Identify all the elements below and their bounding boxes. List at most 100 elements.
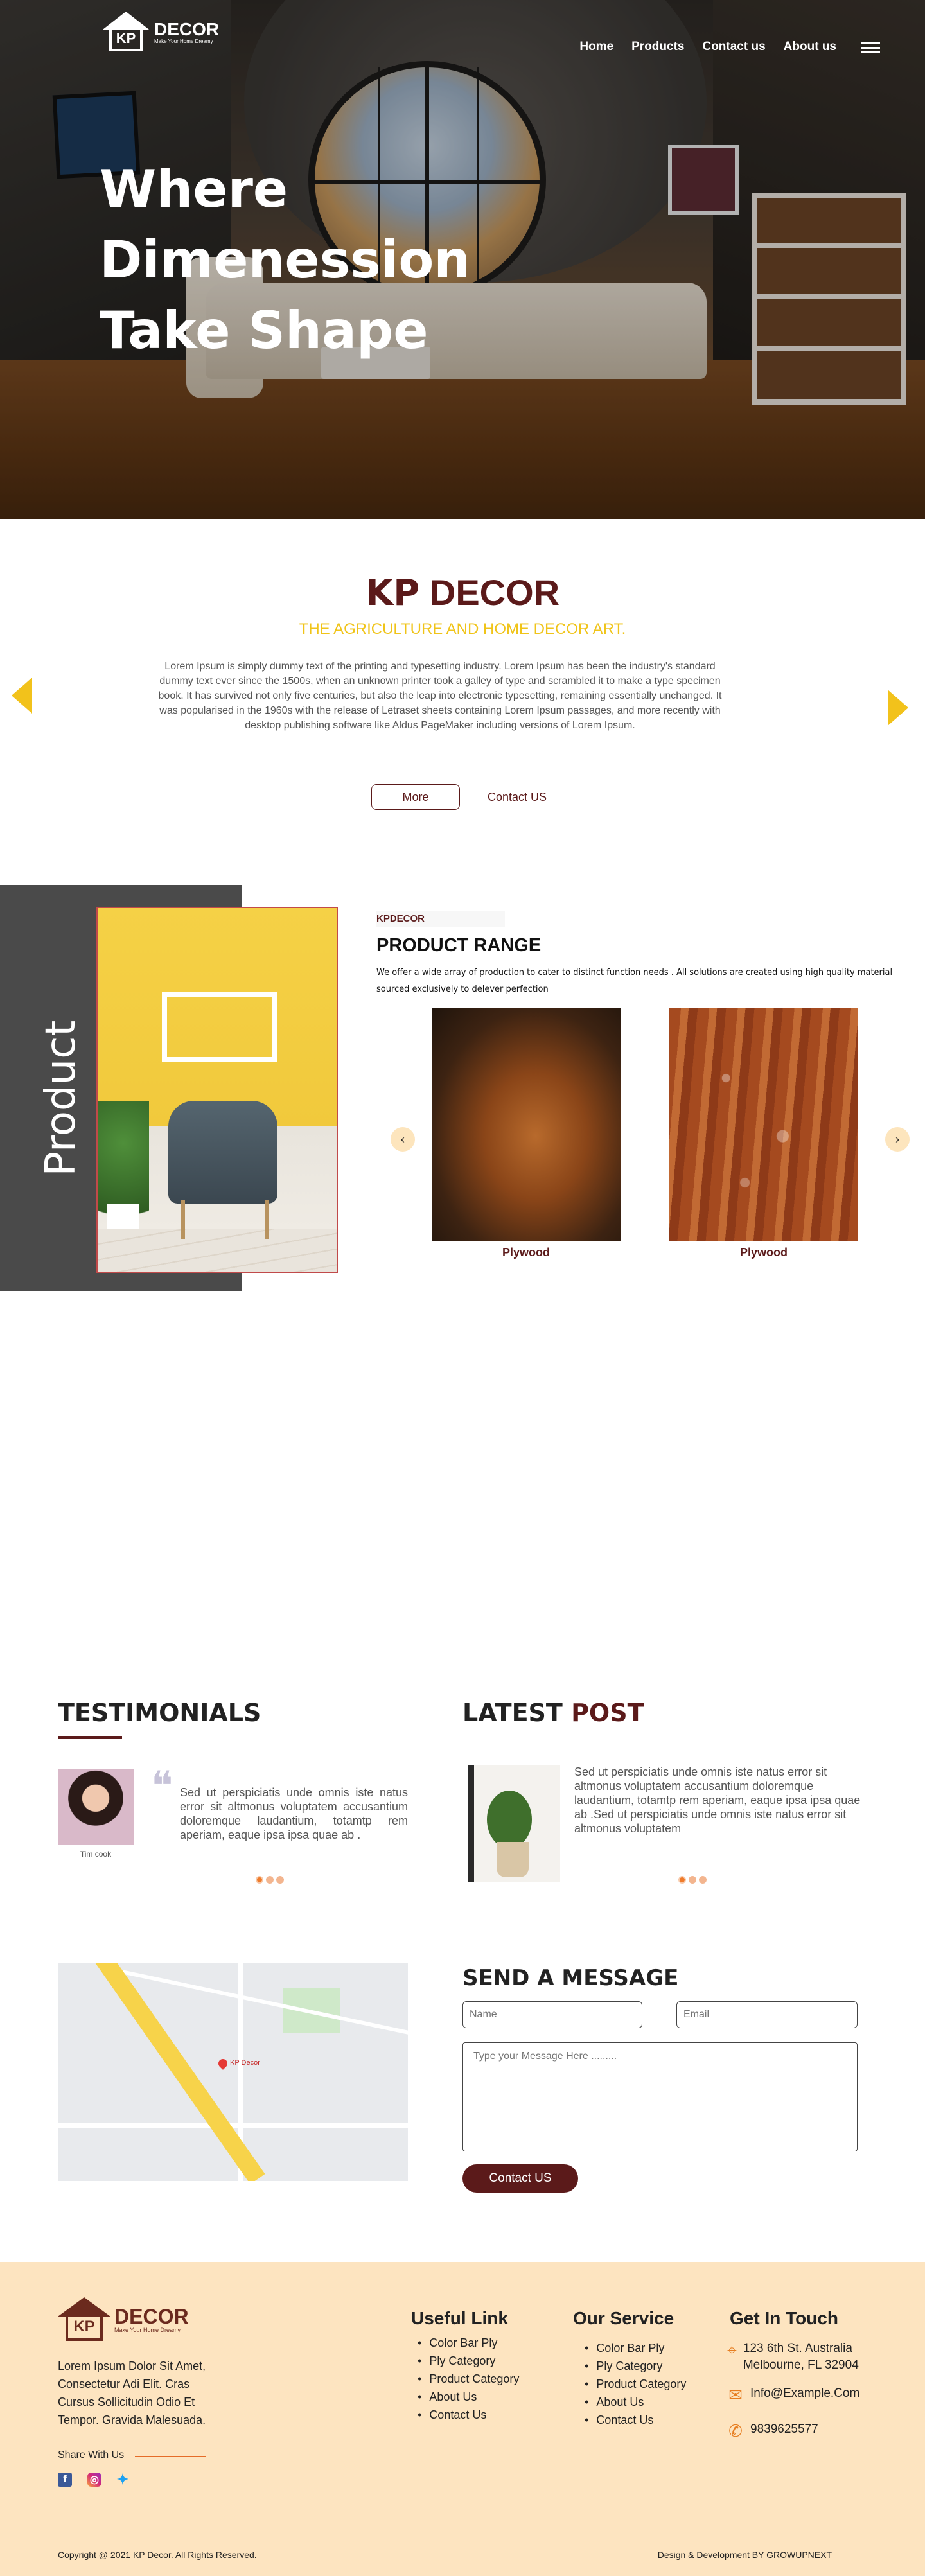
email-row[interactable]: ✉ Info@Example.Com bbox=[726, 2385, 859, 2405]
nav-contact-us[interactable]: Contact us bbox=[702, 40, 765, 54]
dot[interactable] bbox=[689, 1876, 696, 1884]
mail-icon: ✉ bbox=[728, 2385, 743, 2405]
site-logo[interactable]: KP DECOR Make Your Home Dreamy bbox=[103, 12, 219, 53]
footer-about: Lorem Ipsum Dolor Sit Amet, Consectetur … bbox=[58, 2360, 206, 2426]
useful-links-list: Color Bar Ply Ply Category Product Categ… bbox=[418, 2334, 519, 2424]
product-card-label: Plywood bbox=[739, 1246, 788, 1259]
footer-logo-text: DECOR bbox=[114, 2305, 189, 2328]
send-message-title: SEND A MESSAGE bbox=[463, 1965, 679, 1991]
phone-text[interactable]: 9839625577 bbox=[750, 2421, 818, 2438]
testimonials-title: TESTIMONIALS bbox=[58, 1699, 261, 1727]
latest-post-text: Sed ut perspiciatis unde omnis iste natu… bbox=[574, 1766, 861, 1835]
service-link[interactable]: Color Bar Ply bbox=[585, 2339, 686, 2357]
copyright: Copyright @ 2021 KP Decor. All Rights Re… bbox=[58, 2550, 257, 2560]
facebook-icon[interactable]: f bbox=[58, 2473, 72, 2487]
contact-us-button[interactable]: Contact US bbox=[475, 784, 559, 810]
address-text: 123 6th St. Australia Melbourne, FL 3290… bbox=[743, 2342, 859, 2372]
logo-tagline: Make Your Home Dreamy bbox=[154, 38, 213, 44]
brand-heading-kp: KP bbox=[365, 572, 420, 614]
product-card[interactable]: Plywood bbox=[669, 1008, 858, 1259]
navbar: KP DECOR Make Your Home Dreamy Home Prod… bbox=[0, 0, 925, 71]
map-pin-label: KP Decor bbox=[230, 2059, 260, 2067]
logo-house-icon: KP bbox=[103, 12, 149, 53]
product-card[interactable]: Plywood bbox=[432, 1008, 621, 1259]
product-card-image bbox=[669, 1008, 858, 1241]
testimonial-name: Tim cook bbox=[80, 1850, 112, 1859]
arrow-left-icon[interactable] bbox=[12, 678, 32, 714]
useful-link[interactable]: Contact Us bbox=[418, 2406, 519, 2424]
post-dots bbox=[678, 1876, 707, 1884]
nav-products[interactable]: Products bbox=[631, 40, 684, 54]
service-link[interactable]: Contact Us bbox=[585, 2411, 686, 2429]
useful-link[interactable]: Product Category bbox=[418, 2370, 519, 2388]
menu-icon[interactable] bbox=[861, 42, 880, 53]
latest-post-title-a: LATEST bbox=[463, 1699, 563, 1727]
footer-logo-house-icon: KP bbox=[58, 2297, 110, 2342]
address-row: ⌖ 123 6th St. Australia Melbourne, FL 32… bbox=[726, 2340, 886, 2374]
hero-title: Where Dimenession Take Shape bbox=[100, 159, 471, 360]
service-link[interactable]: Product Category bbox=[585, 2375, 686, 2393]
product-range-description: We offer a wide array of production to c… bbox=[376, 968, 893, 994]
nav-about-us[interactable]: About us bbox=[784, 40, 836, 54]
design-credit: Design & Development BY GROWUPNEXT bbox=[657, 2550, 832, 2560]
quote-icon: ❝ bbox=[151, 1763, 173, 1810]
name-field[interactable] bbox=[463, 2001, 642, 2028]
submit-contact-button[interactable]: Contact US bbox=[463, 2164, 578, 2193]
useful-link[interactable]: Color Bar Ply bbox=[418, 2334, 519, 2352]
dot[interactable] bbox=[266, 1876, 274, 1884]
message-field[interactable] bbox=[463, 2042, 858, 2151]
carousel-next-button[interactable]: › bbox=[885, 1127, 910, 1152]
about-paragraph: Lorem Ipsum is simply dummy text of the … bbox=[158, 661, 722, 731]
testimonial-text: Sed ut perspiciatis unde omnis iste natu… bbox=[180, 1786, 408, 1841]
dot-active[interactable] bbox=[678, 1876, 686, 1884]
location-icon: ⌖ bbox=[727, 2340, 737, 2360]
footer-logo[interactable]: KP DECOR Make Your Home Dreamy bbox=[58, 2297, 189, 2342]
testimonial-dots bbox=[256, 1876, 284, 1884]
location-map[interactable]: KP Decor bbox=[58, 1963, 408, 2181]
useful-link[interactable]: About Us bbox=[418, 2388, 519, 2406]
more-button[interactable]: More bbox=[371, 784, 460, 810]
about-section: KP DECOR THE AGRICULTURE AND HOME DECOR … bbox=[0, 519, 925, 879]
get-in-touch-title: Get In Touch bbox=[730, 2308, 839, 2328]
brand-subtitle: THE AGRICULTURE AND HOME DECOR ART. bbox=[299, 620, 626, 638]
latest-post-title: LATEST POST bbox=[463, 1699, 644, 1727]
latest-post-image[interactable] bbox=[468, 1765, 560, 1882]
twitter-icon[interactable]: ✦ bbox=[116, 2471, 130, 2487]
phone-icon: ✆ bbox=[728, 2421, 743, 2440]
dot[interactable] bbox=[699, 1876, 707, 1884]
product-range-title: PRODUCT RANGE bbox=[376, 935, 542, 956]
instagram-icon[interactable]: ◎ bbox=[87, 2473, 101, 2487]
our-service-list: Color Bar Ply Ply Category Product Categ… bbox=[585, 2339, 686, 2429]
hero-section: KP DECOR Make Your Home Dreamy Home Prod… bbox=[0, 0, 925, 519]
footer: KP DECOR Make Your Home Dreamy Lorem Ips… bbox=[0, 2262, 925, 2576]
useful-link[interactable]: Ply Category bbox=[418, 2352, 519, 2370]
nav-home[interactable]: Home bbox=[579, 40, 613, 54]
product-card-label: Plywood bbox=[502, 1246, 550, 1259]
phone-row[interactable]: ✆ 9839625577 bbox=[726, 2421, 818, 2440]
product-kicker: KPDECOR bbox=[376, 911, 505, 927]
product-section: Product KPDECOR PRODUCT RANGE We offer a… bbox=[0, 879, 925, 1291]
map-pin-icon[interactable] bbox=[216, 2057, 229, 2070]
dot[interactable] bbox=[276, 1876, 284, 1884]
our-service-title: Our Service bbox=[573, 2308, 674, 2328]
dot-active[interactable] bbox=[256, 1876, 263, 1884]
latest-post-title-b: POST bbox=[571, 1699, 644, 1727]
product-card-image bbox=[432, 1008, 621, 1241]
email-field[interactable] bbox=[676, 2001, 858, 2028]
share-divider bbox=[135, 2456, 206, 2457]
service-link[interactable]: Ply Category bbox=[585, 2357, 686, 2375]
useful-links-title: Useful Link bbox=[411, 2308, 508, 2328]
carousel-prev-button[interactable]: ‹ bbox=[391, 1127, 415, 1152]
testimonial-avatar bbox=[58, 1769, 134, 1845]
testimonials-underline bbox=[58, 1736, 122, 1739]
product-feature-image bbox=[96, 907, 338, 1273]
product-side-label: Product bbox=[37, 1020, 85, 1177]
logo-text: DECOR bbox=[154, 19, 220, 39]
share-label: Share With Us bbox=[58, 2449, 125, 2460]
brand-heading-decor: DECOR bbox=[429, 572, 560, 613]
service-link[interactable]: About Us bbox=[585, 2393, 686, 2411]
brand-heading: KP DECOR bbox=[0, 572, 925, 614]
arrow-right-icon[interactable] bbox=[888, 690, 908, 726]
email-text[interactable]: Info@Example.Com bbox=[750, 2385, 859, 2402]
main-menu: Home Products Contact us About us bbox=[579, 40, 836, 54]
